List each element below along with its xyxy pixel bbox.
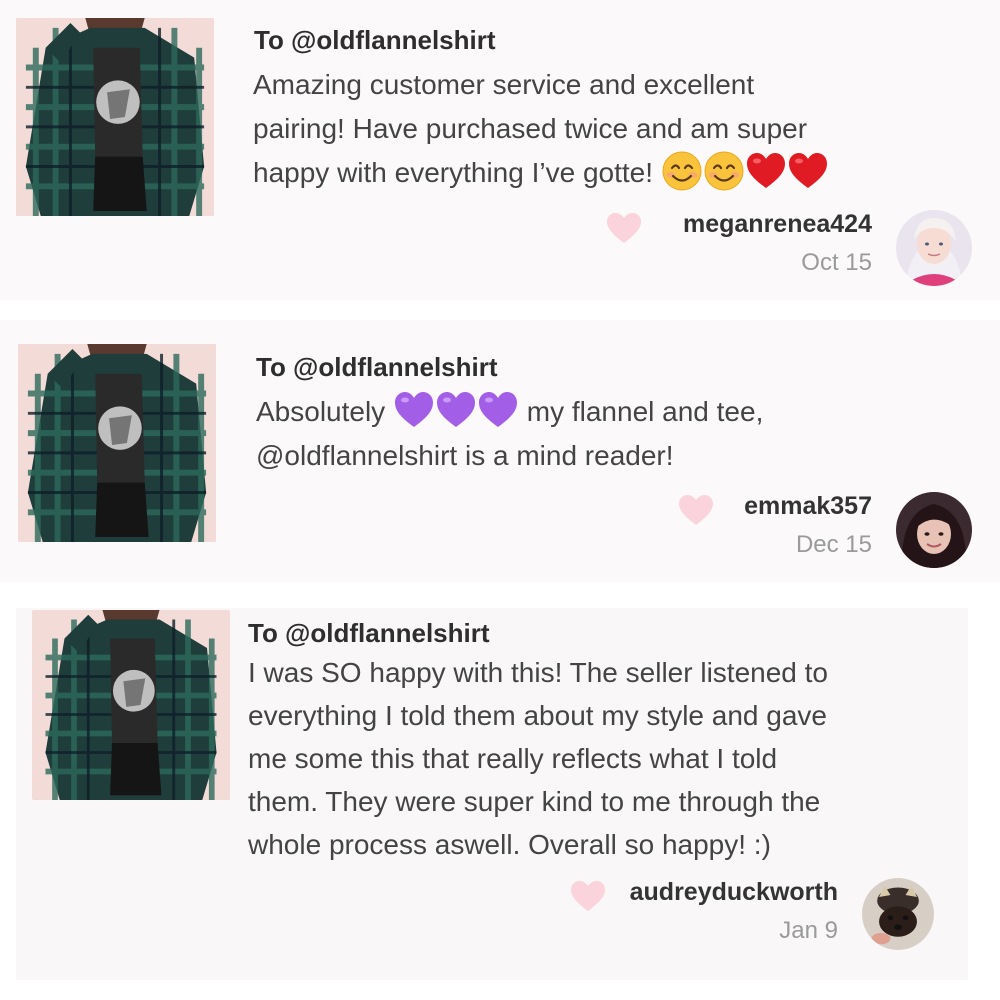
product-thumbnail[interactable] xyxy=(32,610,230,800)
review-date: Jan 9 xyxy=(779,917,838,944)
review-text-line: me some this that really reflects what I… xyxy=(248,743,778,774)
review-date: Oct 15 xyxy=(801,249,872,276)
review-text-line: Absolutely my flannel and tee, xyxy=(256,390,763,434)
purple-heart-icon xyxy=(394,390,434,430)
review-date: Dec 15 xyxy=(795,531,872,558)
review-text: I was SO happy with this! The seller lis… xyxy=(248,651,828,866)
product-thumbnail[interactable] xyxy=(18,344,216,542)
reviewer-meta: audreyduckworth Jan 9 xyxy=(630,878,838,945)
reviewer-avatar[interactable] xyxy=(862,878,934,950)
reviewer-username[interactable]: audreyduckworth xyxy=(630,878,838,907)
review-text-line: I was SO happy with this! The seller lis… xyxy=(248,657,828,688)
reviewer-meta: meganrenea424 Oct 15 xyxy=(683,210,872,277)
review-recipient[interactable]: To @oldflannelshirt xyxy=(254,25,496,56)
smiling-face-icon xyxy=(662,151,702,191)
red-heart-icon xyxy=(746,151,786,191)
product-thumbnail[interactable] xyxy=(16,18,214,216)
review-recipient[interactable]: To @oldflannelshirt xyxy=(248,618,490,649)
red-heart-icon xyxy=(788,151,828,191)
review-text-segment: happy with everything I’ve gotte! xyxy=(253,157,654,188)
review-text-line: @oldflannelshirt is a mind reader! xyxy=(256,440,674,471)
reviewer-avatar[interactable] xyxy=(896,210,972,286)
reviewer-username[interactable]: meganrenea424 xyxy=(683,210,872,239)
review-text-line: Amazing customer service and excellent xyxy=(253,69,755,100)
smiling-face-icon xyxy=(704,151,744,191)
review-card[interactable]: To @oldflannelshirt I was SO happy with … xyxy=(16,608,968,980)
reviewer-meta: emmak357 Dec 15 xyxy=(744,492,872,559)
review-text: Amazing customer service and excellent p… xyxy=(253,63,829,195)
review-text-line: whole process aswell. Overall so happy! … xyxy=(248,829,771,860)
review-card[interactable]: To @oldflannelshirt Amazing customer ser… xyxy=(0,0,1000,300)
review-text-segment: Absolutely xyxy=(256,396,386,427)
reviewer-avatar[interactable] xyxy=(896,492,972,568)
like-heart-icon[interactable] xyxy=(678,494,714,526)
like-heart-icon[interactable] xyxy=(606,212,642,244)
review-text-segment: my flannel and tee, xyxy=(526,396,764,427)
review-text-line: happy with everything I’ve gotte! xyxy=(253,151,829,195)
like-heart-icon[interactable] xyxy=(570,880,606,912)
review-text-line: pairing! Have purchased twice and am sup… xyxy=(253,113,808,144)
reviewer-username[interactable]: emmak357 xyxy=(744,492,872,521)
purple-heart-icon xyxy=(478,390,518,430)
review-card[interactable]: To @oldflannelshirt Absolutely my flanne… xyxy=(0,320,1000,582)
review-text-line: everything I told them about my style an… xyxy=(248,700,827,731)
review-text: Absolutely my flannel and tee, @oldflann… xyxy=(256,390,763,478)
review-recipient[interactable]: To @oldflannelshirt xyxy=(256,352,498,383)
review-text-line: them. They were super kind to me through… xyxy=(248,786,821,817)
purple-heart-icon xyxy=(436,390,476,430)
